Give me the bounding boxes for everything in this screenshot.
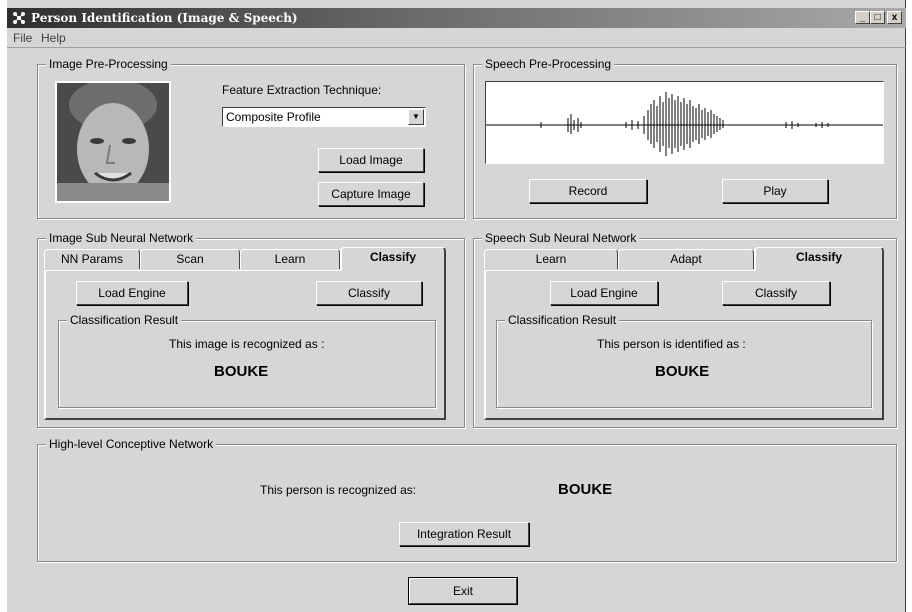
speech-sub-neural-network-group: Speech Sub Neural Network Learn Adapt Cl… bbox=[473, 231, 897, 428]
image-preprocessing-label: Image Pre-Processing bbox=[46, 57, 171, 71]
image-preprocessing-group: Image Pre-Processing Feature Extraction … bbox=[37, 57, 465, 219]
high-level-result-text: This person is recognized as: bbox=[260, 483, 417, 497]
speech-classification-result-group: Classification Result This person is ide… bbox=[496, 313, 872, 408]
app-window: Person Identification (Image & Speech) _… bbox=[6, 0, 906, 612]
menu-file[interactable]: File bbox=[13, 31, 32, 45]
tab-speech-adapt[interactable]: Adapt bbox=[618, 249, 754, 269]
high-level-label: High-level Conceptive Network bbox=[46, 437, 217, 451]
feature-extraction-select[interactable]: Composite Profile ▼ bbox=[222, 107, 426, 127]
speech-snn-label: Speech Sub Neural Network bbox=[482, 231, 640, 245]
minimize-button[interactable]: _ bbox=[855, 11, 870, 24]
feature-extraction-label: Feature Extraction Technique: bbox=[222, 83, 382, 97]
speech-classify-panel: Load Engine Classify Classification Resu… bbox=[484, 270, 884, 420]
tab-classify[interactable]: Classify bbox=[340, 247, 446, 271]
record-button[interactable]: Record bbox=[529, 179, 647, 203]
integration-result-button[interactable]: Integration Result bbox=[399, 522, 529, 546]
menu-help[interactable]: Help bbox=[41, 31, 66, 45]
classification-result-label: Classification Result bbox=[67, 313, 182, 327]
tab-scan[interactable]: Scan bbox=[140, 249, 240, 269]
title-bar[interactable]: Person Identification (Image & Speech) _… bbox=[7, 8, 906, 28]
menu-bar: File Help bbox=[7, 28, 906, 48]
speech-preprocessing-label: Speech Pre-Processing bbox=[482, 57, 615, 71]
image-snn-label: Image Sub Neural Network bbox=[46, 231, 197, 245]
speech-result-value: BOUKE bbox=[655, 363, 710, 380]
classify-button[interactable]: Classify bbox=[316, 281, 422, 305]
image-result-text: This image is recognized as : bbox=[169, 337, 325, 351]
image-result-value: BOUKE bbox=[214, 363, 269, 380]
close-button[interactable]: x bbox=[887, 11, 902, 24]
tab-speech-learn[interactable]: Learn bbox=[484, 249, 618, 269]
tab-learn[interactable]: Learn bbox=[240, 249, 340, 269]
play-button[interactable]: Play bbox=[722, 179, 828, 203]
high-level-conceptive-network-group: High-level Conceptive Network This perso… bbox=[37, 437, 897, 562]
speech-classification-result-label: Classification Result bbox=[505, 313, 620, 327]
capture-image-button[interactable]: Capture Image bbox=[318, 182, 424, 206]
speech-classify-button[interactable]: Classify bbox=[722, 281, 830, 305]
image-classify-panel: Load Engine Classify Classification Resu… bbox=[44, 270, 446, 420]
face-image bbox=[55, 81, 171, 203]
exit-button[interactable]: Exit bbox=[408, 577, 518, 605]
classification-result-group: Classification Result This image is reco… bbox=[58, 313, 436, 408]
window-title: Person Identification (Image & Speech) bbox=[31, 11, 298, 25]
image-sub-neural-network-group: Image Sub Neural Network NN Params Scan … bbox=[37, 231, 465, 428]
network-app-icon bbox=[13, 12, 25, 24]
tab-speech-classify[interactable]: Classify bbox=[754, 247, 884, 271]
maximize-button[interactable]: □ bbox=[870, 11, 885, 24]
tab-nn-params[interactable]: NN Params bbox=[44, 249, 140, 269]
speech-load-engine-button[interactable]: Load Engine bbox=[550, 281, 658, 305]
dropdown-arrow-icon[interactable]: ▼ bbox=[408, 109, 424, 125]
load-image-button[interactable]: Load Image bbox=[318, 148, 424, 172]
speech-result-text: This person is identified as : bbox=[597, 337, 746, 351]
waveform-signal bbox=[540, 92, 829, 156]
speech-waveform bbox=[485, 81, 884, 164]
speech-preprocessing-group: Speech Pre-Processing Record Play bbox=[473, 57, 897, 219]
feature-extraction-value: Composite Profile bbox=[226, 110, 321, 124]
high-level-result-value: BOUKE bbox=[558, 481, 613, 498]
load-engine-button[interactable]: Load Engine bbox=[76, 281, 188, 305]
